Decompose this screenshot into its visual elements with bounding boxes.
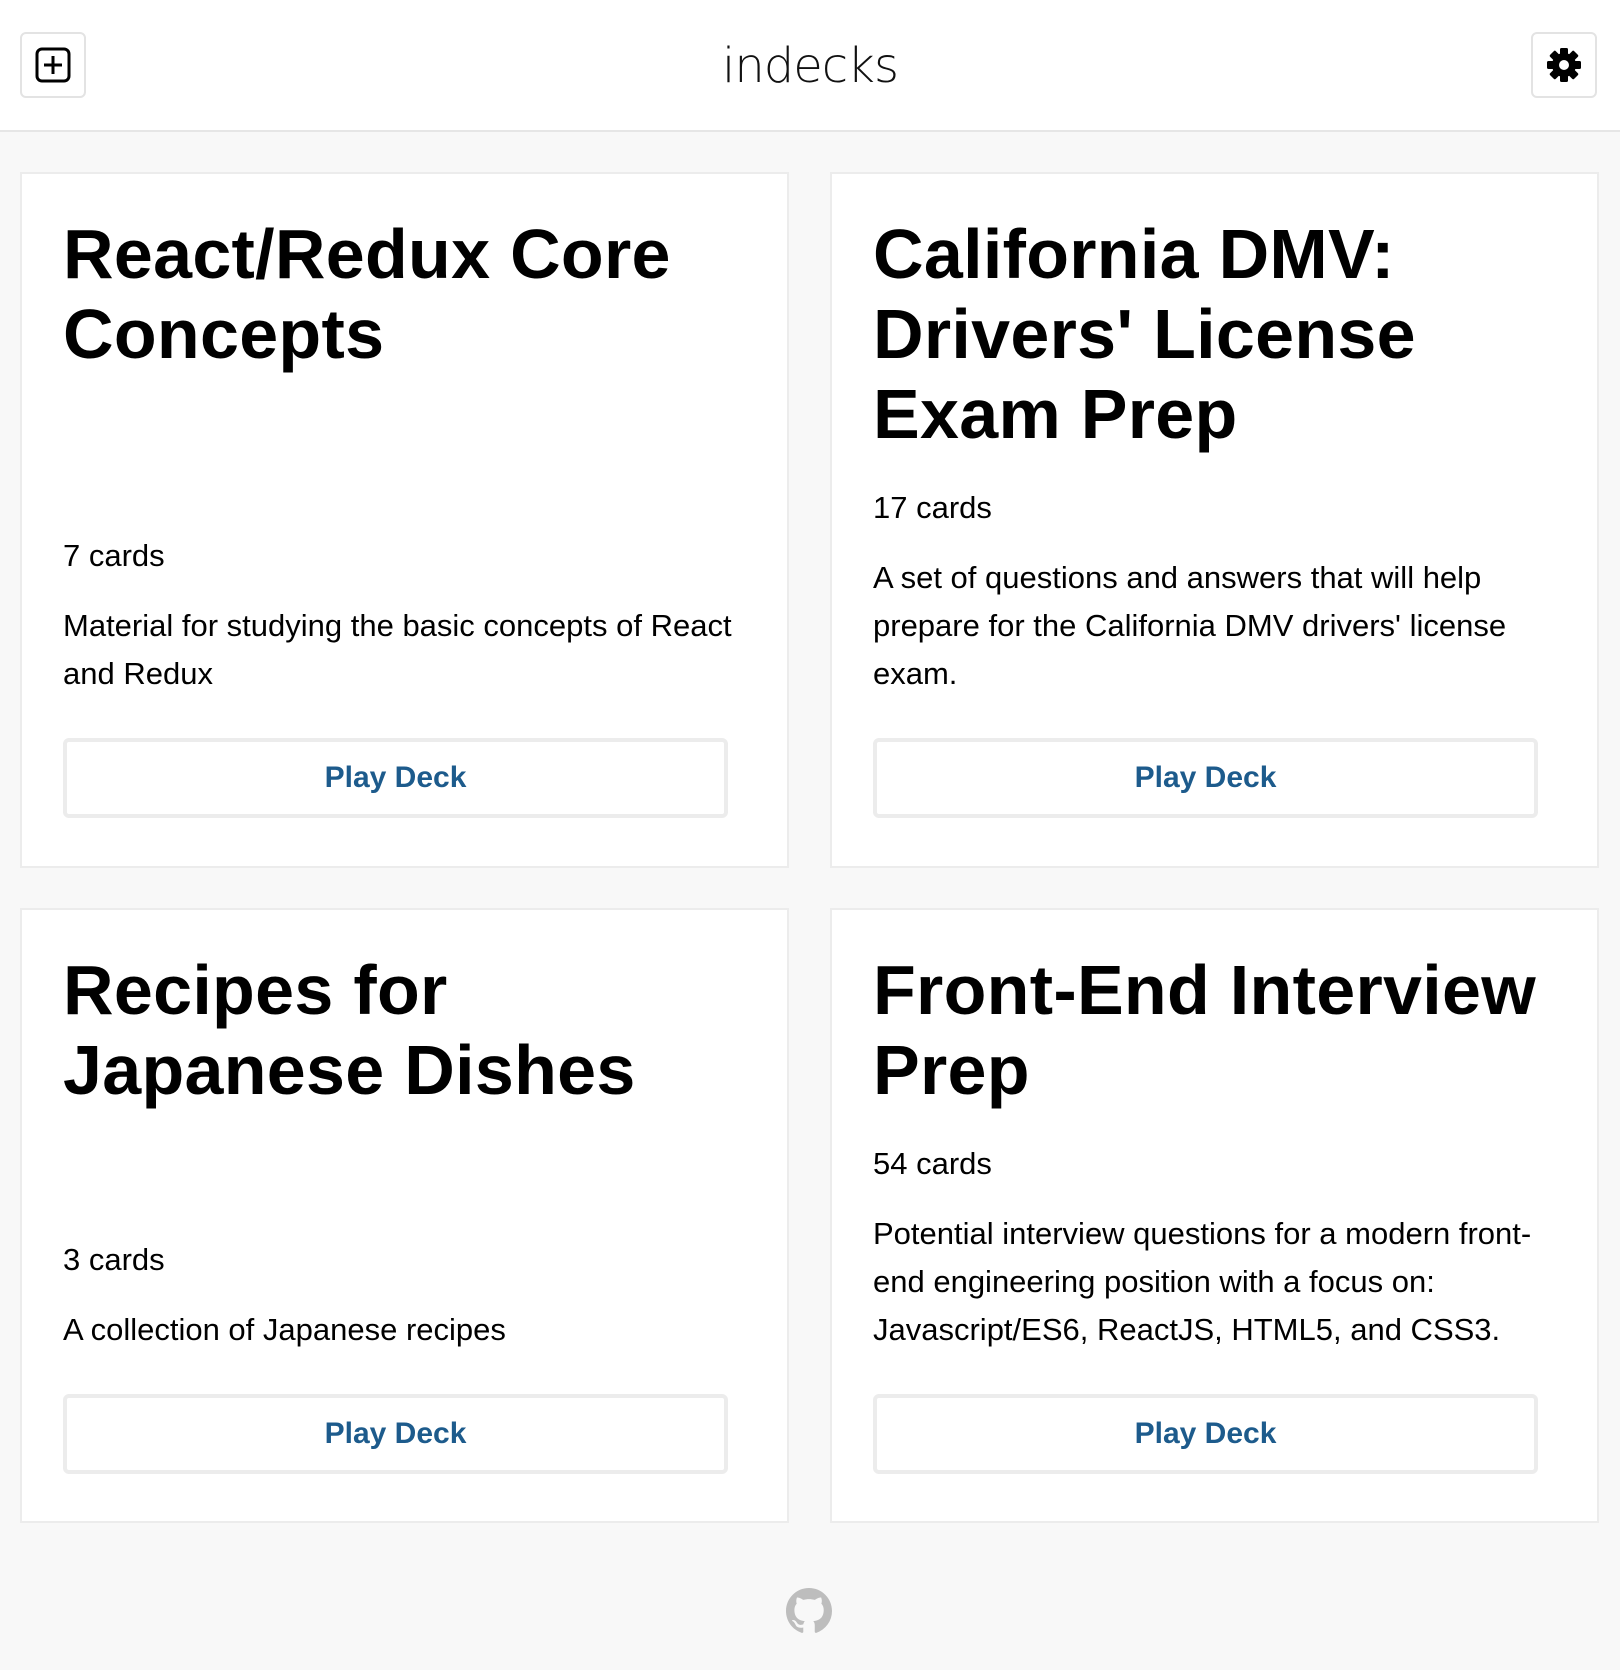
app-header: indecks xyxy=(0,0,1620,132)
deck-card: California DMV: Drivers' License Exam Pr… xyxy=(830,172,1599,868)
deck-title: California DMV: Drivers' License Exam Pr… xyxy=(873,215,1416,453)
deck-card-count: 17 cards xyxy=(873,490,992,525)
play-deck-button[interactable]: Play Deck xyxy=(63,738,728,818)
deck-card-count: 3 cards xyxy=(63,1242,165,1277)
deck-card: Front-End Interview Prep 54 cards Potent… xyxy=(830,908,1599,1523)
deck-description: A set of questions and answers that will… xyxy=(873,560,1507,691)
deck-card: React/Redux Core Concepts 7 cards Materi… xyxy=(20,172,789,868)
deck-title: Front-End Interview Prep xyxy=(873,951,1536,1109)
deck-description: Potential interview questions for a mode… xyxy=(873,1216,1532,1347)
github-icon[interactable] xyxy=(786,1588,832,1634)
settings-button[interactable] xyxy=(1531,32,1597,98)
play-deck-button[interactable]: Play Deck xyxy=(873,738,1538,818)
deck-card-count: 54 cards xyxy=(873,1146,992,1181)
deck-description: Material for studying the basic concepts… xyxy=(63,608,732,691)
play-deck-button[interactable]: Play Deck xyxy=(873,1394,1538,1474)
deck-title: React/Redux Core Concepts xyxy=(63,215,671,373)
deck-card: Recipes for Japanese Dishes 3 cards A co… xyxy=(20,908,789,1523)
app-logo[interactable]: indecks xyxy=(0,36,1620,96)
gear-icon xyxy=(1547,48,1581,82)
deck-card-count: 7 cards xyxy=(63,538,165,573)
deck-title: Recipes for Japanese Dishes xyxy=(63,951,636,1109)
play-deck-button[interactable]: Play Deck xyxy=(63,1394,728,1474)
deck-description: A collection of Japanese recipes xyxy=(63,1312,506,1347)
